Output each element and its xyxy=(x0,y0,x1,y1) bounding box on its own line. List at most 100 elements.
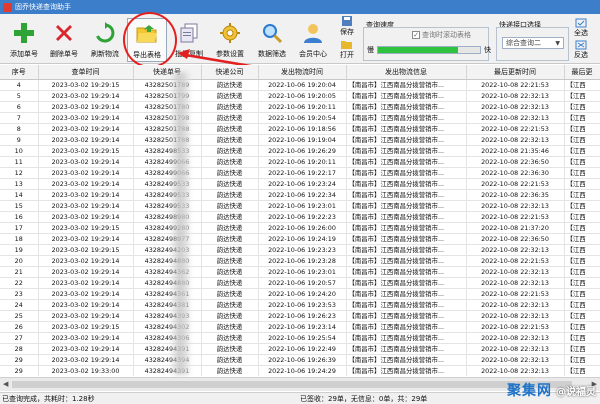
column-header[interactable]: 最后更新时间 xyxy=(466,65,565,80)
table-cell: 2022-10-08 22:32:13 xyxy=(466,343,565,355)
table-cell: 43282499066 xyxy=(133,167,202,179)
table-cell: 韵达快递 xyxy=(201,277,259,289)
table-row[interactable]: 19 2023-03-02 19:29:15 43282494203 韵达快递 2022… xyxy=(0,244,600,256)
table-cell: 【江西 xyxy=(564,123,600,135)
scrollbar-thumb[interactable] xyxy=(12,381,572,388)
table-cell: 【南昌市】江西南昌分拨营销市... xyxy=(346,134,467,146)
table-cell: 【江西 xyxy=(564,79,600,91)
table-cell: 2023-03-02 19:29:15 xyxy=(38,222,134,234)
table-cell: 韵达快递 xyxy=(201,222,259,234)
table-row[interactable]: 5 2023-03-02 19:29:14 43282501799 韵达快递 2022-… xyxy=(0,90,600,102)
table-cell: 韵达快递 xyxy=(201,266,259,278)
table-cell: 28 xyxy=(0,343,39,355)
table-row[interactable]: 8 2023-03-02 19:29:14 43282501788 韵达快递 2022-… xyxy=(0,123,600,135)
watermark-logo: 聚集网 xyxy=(507,383,552,399)
table-cell: 10 xyxy=(0,145,39,157)
table-cell: 17 xyxy=(0,222,39,234)
table-cell: 43282501798 xyxy=(133,112,202,124)
table-cell: 43282499533 xyxy=(133,178,202,190)
table-cell: 【江西 xyxy=(564,222,600,234)
table-cell: 2022-10-06 19:26:39 xyxy=(258,354,347,366)
table-row[interactable]: 10 2023-03-02 19:29:15 43282498533 韵达快递 2022… xyxy=(0,145,600,157)
column-header[interactable]: 最后更 xyxy=(564,65,600,80)
table-cell: 2023-03-02 19:29:15 xyxy=(38,321,134,333)
table-cell: 韵达快递 xyxy=(201,244,259,256)
table-cell: 43282501780 xyxy=(133,101,202,113)
table-cell: 2022-10-06 19:20:05 xyxy=(258,90,347,102)
table-cell: 43282501788 xyxy=(133,134,202,146)
table-row[interactable]: 24 2023-03-02 19:29:14 43282494381 韵达快递 2022… xyxy=(0,299,600,311)
column-header[interactable]: 查单时间 xyxy=(38,65,134,80)
table-row[interactable]: 20 2023-03-02 19:29:14 43282494880 韵达快递 2022… xyxy=(0,255,600,267)
table-cell: 【江西 xyxy=(564,365,600,376)
table-row[interactable]: 11 2023-03-02 19:29:14 43282499066 韵达快递 2022… xyxy=(0,156,600,168)
table-cell: 2023-03-02 19:29:14 xyxy=(38,255,134,267)
table-row[interactable]: 12 2023-03-02 19:29:14 43282499066 韵达快递 2022… xyxy=(0,167,600,179)
table-cell: 【江西 xyxy=(564,343,600,355)
table-cell: 韵达快递 xyxy=(201,101,259,113)
table-cell: 2022-10-08 22:32:13 xyxy=(466,332,565,344)
table-row[interactable]: 15 2023-03-02 19:29:14 43282499533 韵达快递 2022… xyxy=(0,200,600,212)
table-cell: 21 xyxy=(0,266,39,278)
table-cell: 2023-03-02 19:29:14 xyxy=(38,167,134,179)
table-cell: 2022-10-08 22:32:13 xyxy=(466,299,565,311)
table-cell: 韵达快递 xyxy=(201,321,259,333)
table-row[interactable]: 22 2023-03-02 19:29:14 43282494880 韵达快递 2022… xyxy=(0,277,600,289)
table-row[interactable]: 29 2023-03-02 19:33:00 43282494391 韵达快递 2022… xyxy=(0,365,600,376)
table-cell: 43282499066 xyxy=(133,156,202,168)
column-header[interactable]: 发出物流信息 xyxy=(346,65,467,80)
table-row[interactable]: 6 2023-03-02 19:29:14 43282501780 韵达快递 2022-… xyxy=(0,101,600,113)
column-header[interactable]: 快递公司 xyxy=(201,65,259,80)
column-header[interactable]: 序号 xyxy=(0,65,39,80)
table-cell: 【南昌市】江西南昌分拨营销市... xyxy=(346,79,467,91)
table-cell: 2022-10-08 22:21:53 xyxy=(466,79,565,91)
table-row[interactable]: 9 2023-03-02 19:29:14 43282501788 韵达快递 2022-… xyxy=(0,134,600,146)
table-cell: 【江西 xyxy=(564,90,600,102)
table-cell: 韵达快递 xyxy=(201,112,259,124)
table-row[interactable]: 16 2023-03-02 19:29:14 43282498980 韵达快递 2022… xyxy=(0,211,600,223)
table-cell: 2022-10-06 19:18:56 xyxy=(258,123,347,135)
table-cell: 2022-10-06 19:20:04 xyxy=(258,79,347,91)
table-row[interactable]: 25 2023-03-02 19:29:14 43282494393 韵达快递 2022… xyxy=(0,310,600,322)
table-row[interactable]: 14 2023-03-02 19:29:14 43282499533 韵达快递 2022… xyxy=(0,189,600,201)
table-cell: 2022-10-08 22:32:13 xyxy=(466,266,565,278)
table-cell: 2022-10-06 19:25:54 xyxy=(258,332,347,344)
table-cell: 43282498533 xyxy=(133,145,202,157)
table-cell: 43282494880 xyxy=(133,277,202,289)
table-cell: 2022-10-06 19:23:23 xyxy=(258,244,347,256)
column-header[interactable]: 快递单号 xyxy=(133,65,202,80)
table-row[interactable]: 28 2023-03-02 19:29:14 43282494391 韵达快递 2022… xyxy=(0,343,600,355)
table-cell: 2022-10-06 19:23:24 xyxy=(258,178,347,190)
table-cell: 2022-10-08 22:21:53 xyxy=(466,211,565,223)
table-cell: 43282499533 xyxy=(133,189,202,201)
table-cell: 43282494381 xyxy=(133,299,202,311)
table-cell: 43282498980 xyxy=(133,211,202,223)
table-cell: 2022-10-08 22:32:13 xyxy=(466,200,565,212)
table-row[interactable]: 23 2023-03-02 19:29:14 43282494361 韵达快递 2022… xyxy=(0,288,600,300)
table-cell: 2023-03-02 19:29:14 xyxy=(38,354,134,366)
table-row[interactable]: 27 2023-03-02 19:29:14 43282494306 韵达快递 2022… xyxy=(0,332,600,344)
table-cell: 2022-10-08 22:36:30 xyxy=(466,167,565,179)
table-row[interactable]: 13 2023-03-02 19:29:14 43282499533 韵达快递 2022… xyxy=(0,178,600,190)
table-cell: 2022-10-08 22:32:13 xyxy=(466,277,565,289)
table-cell: 【江西 xyxy=(564,288,600,300)
table-cell: 2022-10-08 22:21:53 xyxy=(466,123,565,135)
status-summary: 已签收：29单，无信息：0单，共：29单 xyxy=(300,394,428,403)
table-cell: 43282494880 xyxy=(133,255,202,267)
table-row[interactable]: 21 2023-03-02 19:29:14 43282494362 韵达快递 2022… xyxy=(0,266,600,278)
scroll-left-icon[interactable]: ◀ xyxy=(3,380,8,388)
table-cell: 2022-10-08 22:36:35 xyxy=(466,189,565,201)
table-row[interactable]: 29 2023-03-02 19:29:14 43282494394 韵达快递 2022… xyxy=(0,354,600,366)
column-header[interactable]: 发出物流时间 xyxy=(258,65,347,80)
table-cell: 6 xyxy=(0,101,39,113)
table-cell: 2022-10-08 22:32:13 xyxy=(466,354,565,366)
table-cell: 2022-10-06 19:19:04 xyxy=(258,134,347,146)
table-row[interactable]: 7 2023-03-02 19:29:14 43282501798 韵达快递 2022-… xyxy=(0,112,600,124)
table-row[interactable]: 26 2023-03-02 19:29:15 43282494302 韵达快递 2022… xyxy=(0,321,600,333)
table-row[interactable]: 17 2023-03-02 19:29:15 43282499280 韵达快递 2022… xyxy=(0,222,600,234)
table-cell: 2022-10-06 19:23:28 xyxy=(258,255,347,267)
table-cell: 【南昌市】江西南昌分拨营销市... xyxy=(346,299,467,311)
table-cell: 【南昌市】江西南昌分拨营销市... xyxy=(346,288,467,300)
table-row[interactable]: 4 2023-03-02 19:29:15 43282501789 韵达快递 2022-… xyxy=(0,79,600,91)
table-row[interactable]: 18 2023-03-02 19:29:14 43282498977 韵达快递 2022… xyxy=(0,233,600,245)
